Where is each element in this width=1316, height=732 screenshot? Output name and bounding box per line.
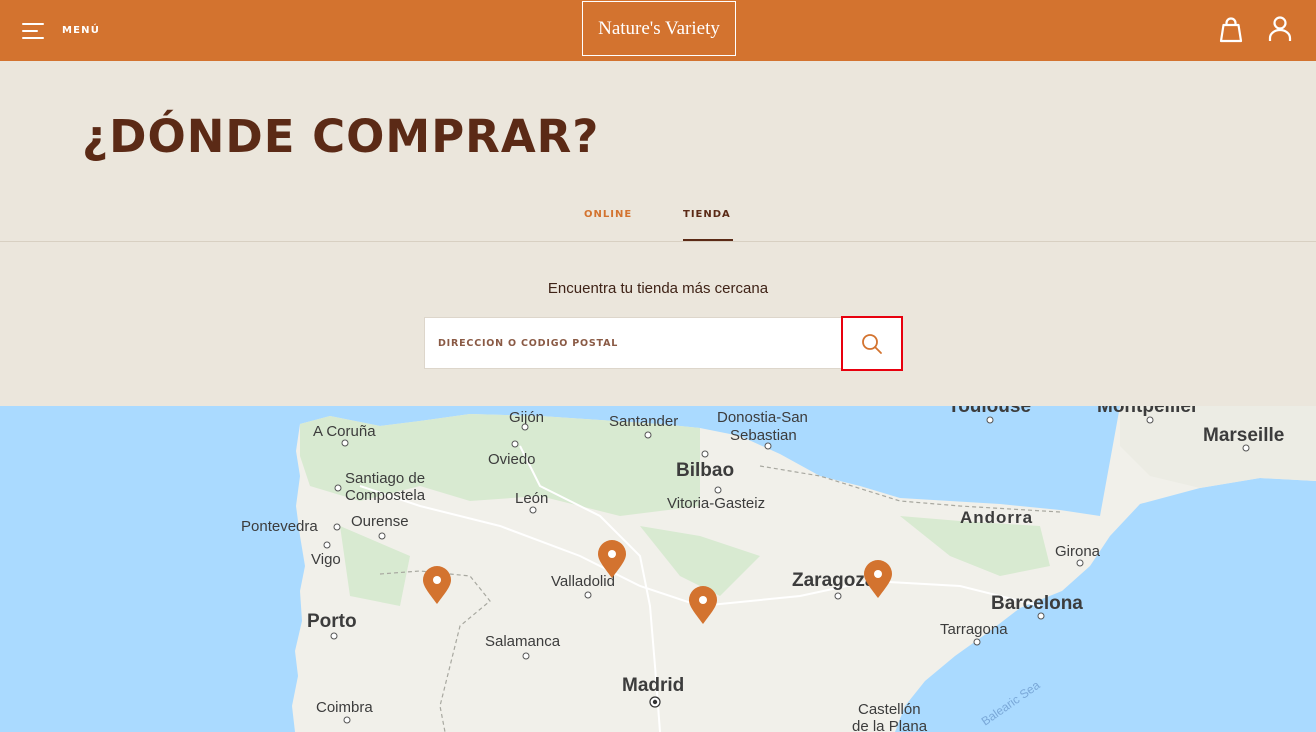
svg-text:Valladolid: Valladolid: [551, 573, 615, 590]
svg-text:de la Plana: de la Plana: [852, 718, 928, 732]
svg-text:Bilbao: Bilbao: [676, 460, 734, 481]
svg-text:Pontevedra: Pontevedra: [241, 518, 318, 535]
search-icon: [862, 333, 882, 354]
svg-text:Sebastian: Sebastian: [730, 427, 797, 444]
svg-text:Vigo: Vigo: [311, 551, 341, 568]
address-input[interactable]: [425, 318, 840, 368]
user-icon[interactable]: [1266, 14, 1294, 44]
svg-text:Castellón: Castellón: [858, 701, 921, 718]
svg-text:Andorra: Andorra: [960, 508, 1033, 527]
svg-text:Salamanca: Salamanca: [485, 633, 561, 650]
svg-text:Girona: Girona: [1055, 543, 1101, 560]
menu-label: MENÚ: [62, 24, 101, 36]
svg-text:Compostela: Compostela: [345, 487, 426, 504]
svg-text:Toulouse: Toulouse: [948, 406, 1031, 417]
svg-text:Santiago de: Santiago de: [345, 470, 425, 487]
svg-text:Coimbra: Coimbra: [316, 699, 373, 716]
svg-text:Tarragona: Tarragona: [940, 621, 1008, 638]
svg-text:Gijón: Gijón: [509, 409, 544, 426]
svg-text:Madrid: Madrid: [622, 675, 684, 696]
svg-text:Zaragoza: Zaragoza: [792, 570, 876, 591]
svg-text:Donostia-San: Donostia-San: [717, 409, 808, 426]
search-button[interactable]: [841, 316, 903, 371]
svg-text:Vitoria-Gasteiz: Vitoria-Gasteiz: [667, 495, 765, 512]
logo[interactable]: Nature's Variety: [582, 1, 736, 56]
svg-text:Santander: Santander: [609, 413, 678, 430]
svg-text:A Coruña: A Coruña: [313, 423, 376, 440]
svg-text:León: León: [515, 490, 548, 507]
tab-online[interactable]: ONLINE: [584, 209, 632, 220]
tab-bar: ONLINE TIENDA: [0, 200, 1316, 242]
page-title: ¿DÓNDE COMPRAR?: [82, 110, 600, 163]
svg-text:Ourense: Ourense: [351, 513, 409, 530]
tab-tienda[interactable]: TIENDA: [683, 209, 731, 220]
svg-text:Montpellier: Montpellier: [1097, 406, 1199, 417]
store-map[interactable]: Gijón Santander Donostia-San Sebastian T…: [0, 406, 1316, 732]
menu-button[interactable]: MENÚ: [22, 14, 100, 46]
svg-text:Porto: Porto: [307, 611, 357, 632]
search-heading: Encuentra tu tienda más cercana: [547, 280, 769, 297]
bag-icon[interactable]: [1217, 14, 1245, 44]
search-box: [424, 317, 894, 369]
menu-icon: [22, 20, 48, 40]
active-tab-indicator: [683, 239, 733, 241]
site-header: MENÚ Nature's Variety: [0, 0, 1316, 61]
svg-text:Barcelona: Barcelona: [991, 593, 1083, 614]
svg-text:Oviedo: Oviedo: [488, 451, 536, 468]
svg-text:Marseille: Marseille: [1203, 425, 1284, 446]
